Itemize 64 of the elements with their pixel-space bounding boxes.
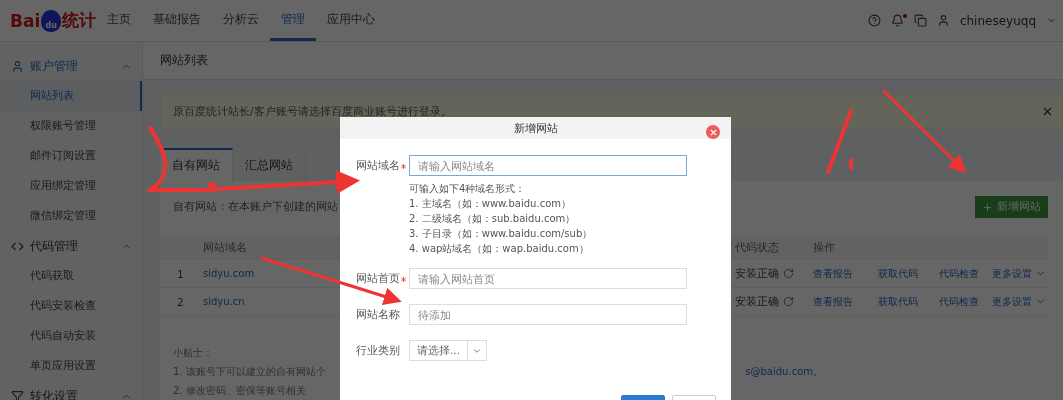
sidebar-section[interactable]: 账户管理 bbox=[0, 51, 142, 81]
sidebar-item[interactable]: 代码获取 bbox=[0, 261, 142, 291]
user-name[interactable]: chineseyuqq bbox=[959, 13, 1036, 28]
sidebar-item[interactable]: 应用绑定管理 bbox=[0, 171, 142, 201]
help-icon[interactable] bbox=[867, 14, 881, 27]
action-link[interactable]: 更多设置 bbox=[992, 294, 1046, 309]
sidebar-section[interactable]: 代码管理 bbox=[0, 231, 142, 261]
plus-icon bbox=[982, 201, 993, 213]
handwritten-one-drawing bbox=[826, 109, 853, 174]
hint-text: 3. 子目录（如：www.baidu.com/sub） bbox=[409, 227, 594, 241]
user-icon bbox=[11, 59, 24, 73]
status-cell-text: 安装正确 bbox=[735, 266, 780, 281]
required-icon bbox=[401, 163, 406, 169]
nav-tab[interactable]: 基础报告 bbox=[142, 0, 212, 41]
action-link[interactable]: 代码检查 bbox=[939, 266, 979, 281]
hint-text: 2. 二级域名（如：sub.baidu.com） bbox=[409, 212, 577, 226]
sidebar-item[interactable]: 邮件订阅设置 bbox=[0, 141, 142, 171]
status-cell-text: 安装正确 bbox=[735, 294, 780, 309]
sidebar-item[interactable]: 网站列表 bbox=[0, 81, 142, 111]
sidebar-item[interactable]: 单页应用设置 bbox=[0, 351, 142, 381]
hint-text: 4. wap站域名（如：wap.baidu.com） bbox=[409, 242, 590, 256]
page-title: 网站列表 bbox=[143, 42, 1063, 80]
required-icon bbox=[401, 276, 406, 282]
field-label: 网站域名 bbox=[356, 155, 409, 177]
domain-link[interactable]: sidyu.cn bbox=[203, 296, 245, 307]
user-icon bbox=[936, 14, 950, 27]
action-link[interactable]: 获取代码 bbox=[878, 266, 918, 281]
section-title: 代码管理 bbox=[30, 237, 79, 255]
info-text: 自有网站：在本账户下创建的网站 bbox=[173, 200, 338, 214]
nav-tab[interactable]: 应用中心 bbox=[316, 0, 386, 41]
row-number: 1 bbox=[176, 267, 185, 280]
field-label: 网站首页 bbox=[356, 268, 409, 290]
logo: Bai du 统计 bbox=[9, 8, 96, 34]
section-title: 账户管理 bbox=[30, 57, 79, 75]
hint-text: 1. 主域名（如：www.baidu.com） bbox=[409, 197, 572, 211]
action-link[interactable]: 查看报告 bbox=[813, 266, 853, 281]
tab[interactable]: 自有网站 bbox=[160, 148, 233, 181]
action-link[interactable]: 代码检查 bbox=[939, 294, 979, 309]
field-label: 网站名称 bbox=[356, 307, 401, 322]
row-number: 2 bbox=[176, 295, 185, 308]
sidebar-item[interactable]: 代码自动安装 bbox=[0, 321, 142, 351]
refresh-icon[interactable] bbox=[783, 296, 794, 307]
action-link[interactable]: 获取代码 bbox=[878, 294, 918, 309]
add-site-button[interactable]: 新增网站 bbox=[975, 196, 1048, 218]
dialog-title: 新增网站 bbox=[513, 120, 558, 136]
close-icon bbox=[708, 127, 718, 137]
hint-text: 可输入如下4种域名形式： bbox=[409, 182, 527, 196]
text-field[interactable]: 请输入网站域名 bbox=[409, 155, 687, 176]
action-link[interactable]: 更多设置 bbox=[992, 266, 1046, 281]
sidebar-item[interactable]: 微信绑定管理 bbox=[0, 201, 142, 231]
copy-icon[interactable] bbox=[913, 14, 927, 27]
field-label: 行业类别 bbox=[356, 343, 401, 358]
nav-tab[interactable]: 主页 bbox=[96, 0, 142, 41]
email-link[interactable]: s@baidu.com。 bbox=[745, 365, 823, 379]
bell-icon[interactable] bbox=[890, 14, 904, 27]
nav-tab[interactable]: 分析云 bbox=[212, 0, 270, 41]
sidebar-item[interactable]: 代码安装检查 bbox=[0, 291, 142, 321]
close-button[interactable] bbox=[706, 125, 720, 139]
domain-link[interactable]: sidyu.com bbox=[203, 268, 255, 279]
refresh-icon[interactable] bbox=[783, 268, 794, 279]
action-link[interactable]: 查看报告 bbox=[813, 294, 853, 309]
select-field[interactable]: 请选择... bbox=[409, 340, 487, 361]
close-icon[interactable] bbox=[1041, 105, 1054, 118]
filter-icon bbox=[11, 389, 24, 400]
